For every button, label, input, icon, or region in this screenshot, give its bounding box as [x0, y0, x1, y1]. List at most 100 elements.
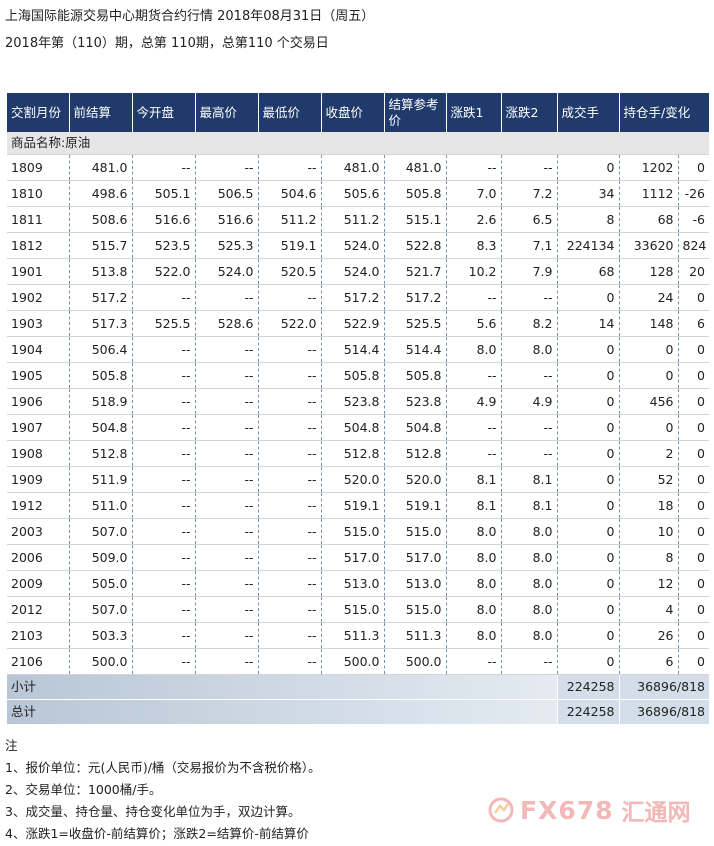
- cell-change2: 4.9: [501, 388, 558, 415]
- cell-change1: 2.6: [446, 206, 502, 233]
- cell-settle-ref: 517.2: [384, 284, 447, 311]
- cell-open: --: [132, 596, 196, 623]
- cell-change1: 5.6: [446, 310, 502, 337]
- cell-prev-settle: 505.8: [69, 362, 133, 389]
- cell-open: --: [132, 388, 196, 415]
- cell-close: 517.0: [321, 544, 385, 571]
- cell-change1: 7.0: [446, 180, 502, 207]
- cell-volume: 0: [557, 284, 620, 311]
- cell-high: --: [195, 492, 259, 519]
- cell-change1: 8.0: [446, 622, 502, 649]
- cell-change2: --: [501, 414, 558, 441]
- table-row: 1903 517.3 525.5 528.6 522.0 522.9 525.5 5.6 8.2…: [7, 310, 709, 337]
- cell-settle-ref: 505.8: [384, 180, 447, 207]
- cell-prev-settle: 505.0: [69, 570, 133, 597]
- cell-open-interest: 52: [619, 466, 679, 493]
- cell-volume: 0: [557, 362, 620, 389]
- cell-settle-ref: 515.1: [384, 206, 447, 233]
- cell-open: --: [132, 414, 196, 441]
- cell-close: 523.8: [321, 388, 385, 415]
- cell-open-interest: 0: [619, 336, 679, 363]
- cell-open-interest: 12: [619, 570, 679, 597]
- cell-volume: 0: [557, 414, 620, 441]
- cell-open-interest: 18: [619, 492, 679, 519]
- cell-high: --: [195, 466, 259, 493]
- total-volume: 224258: [556, 699, 619, 725]
- cell-low: --: [258, 622, 322, 649]
- cell-settle-ref: 523.8: [384, 388, 447, 415]
- cell-close: 504.8: [321, 414, 385, 441]
- cell-close: 514.4: [321, 336, 385, 363]
- cell-change2: --: [501, 648, 558, 675]
- cell-open-interest: 8: [619, 544, 679, 571]
- cell-oi-change: 20: [678, 258, 709, 285]
- cell-change1: 8.0: [446, 336, 502, 363]
- cell-volume: 68: [557, 258, 620, 285]
- cell-change2: 8.0: [501, 544, 558, 571]
- cell-settle-ref: 522.8: [384, 232, 447, 259]
- col-header-change2: 涨跌2: [501, 93, 558, 132]
- cell-low: 504.6: [258, 180, 322, 207]
- cell-settle-ref: 504.8: [384, 414, 447, 441]
- col-header-change1: 涨跌1: [446, 93, 502, 132]
- cell-open: --: [132, 440, 196, 467]
- cell-prev-settle: 506.4: [69, 336, 133, 363]
- cell-low: --: [258, 596, 322, 623]
- cell-delivery-month: 1909: [7, 466, 70, 493]
- cell-change1: 8.1: [446, 466, 502, 493]
- table-row: 2106 500.0 -- -- -- 500.0 500.0 -- -- 0 6 0: [7, 648, 709, 675]
- cell-change2: 8.1: [501, 492, 558, 519]
- cell-change2: 8.2: [501, 310, 558, 337]
- fx678-watermark: FX678 汇通网: [488, 795, 691, 826]
- table-row: 1811 508.6 516.6 516.6 511.2 511.2 515.1 2.6 6.5…: [7, 206, 709, 233]
- cell-open-interest: 26: [619, 622, 679, 649]
- cell-prev-settle: 498.6: [69, 180, 133, 207]
- market-data-table: 交割月份 前结算 今开盘 最高价 最低价 收盘价 结算参考价 涨跌1 涨跌2 成…: [7, 93, 709, 725]
- cell-low: 511.2: [258, 206, 322, 233]
- cell-open-interest: 0: [619, 362, 679, 389]
- cell-change2: 8.0: [501, 596, 558, 623]
- cell-close: 515.0: [321, 518, 385, 545]
- cell-settle-ref: 520.0: [384, 466, 447, 493]
- cell-oi-change: 0: [678, 414, 709, 441]
- cell-prev-settle: 481.0: [69, 154, 133, 181]
- note-item: 3、成交量、持仓量、持仓变化单位为手，双边计算。: [5, 804, 301, 819]
- cell-oi-change: 824: [678, 232, 709, 259]
- col-header-volume: 成交手: [557, 93, 620, 132]
- cell-settle-ref: 519.1: [384, 492, 447, 519]
- cell-open-interest: 6: [619, 648, 679, 675]
- col-header-delivery-month: 交割月份: [7, 93, 70, 132]
- cell-volume: 34: [557, 180, 620, 207]
- cell-prev-settle: 507.0: [69, 518, 133, 545]
- cell-change2: 8.0: [501, 518, 558, 545]
- cell-close: 517.2: [321, 284, 385, 311]
- col-header-high: 最高价: [195, 93, 259, 132]
- cell-volume: 0: [557, 622, 620, 649]
- cell-open-interest: 2: [619, 440, 679, 467]
- cell-open-interest: 456: [619, 388, 679, 415]
- cell-low: --: [258, 336, 322, 363]
- subtotal-row: 小计 224258 36896/818: [7, 674, 709, 700]
- cell-volume: 0: [557, 596, 620, 623]
- cell-high: 516.6: [195, 206, 259, 233]
- cell-high: --: [195, 570, 259, 597]
- cell-oi-change: 0: [678, 154, 709, 181]
- col-header-open-interest: 持仓手/变化: [619, 93, 709, 132]
- table-row: 1909 511.9 -- -- -- 520.0 520.0 8.1 8.1 0 52 0: [7, 466, 709, 493]
- cell-change1: 10.2: [446, 258, 502, 285]
- cell-high: 525.3: [195, 232, 259, 259]
- issue-info: 2018年第（110）期，总第 110期，总第110 个交易日: [5, 36, 329, 51]
- cell-close: 513.0: [321, 570, 385, 597]
- cell-delivery-month: 1809: [7, 154, 70, 181]
- cell-low: 519.1: [258, 232, 322, 259]
- cell-open: --: [132, 284, 196, 311]
- cell-change2: 6.5: [501, 206, 558, 233]
- cell-delivery-month: 2003: [7, 518, 70, 545]
- cell-close: 515.0: [321, 596, 385, 623]
- cell-volume: 224134: [557, 232, 620, 259]
- cell-low: --: [258, 518, 322, 545]
- cell-close: 519.1: [321, 492, 385, 519]
- cell-delivery-month: 1812: [7, 232, 70, 259]
- table-row: 1907 504.8 -- -- -- 504.8 504.8 -- -- 0 0 0: [7, 414, 709, 441]
- cell-volume: 0: [557, 570, 620, 597]
